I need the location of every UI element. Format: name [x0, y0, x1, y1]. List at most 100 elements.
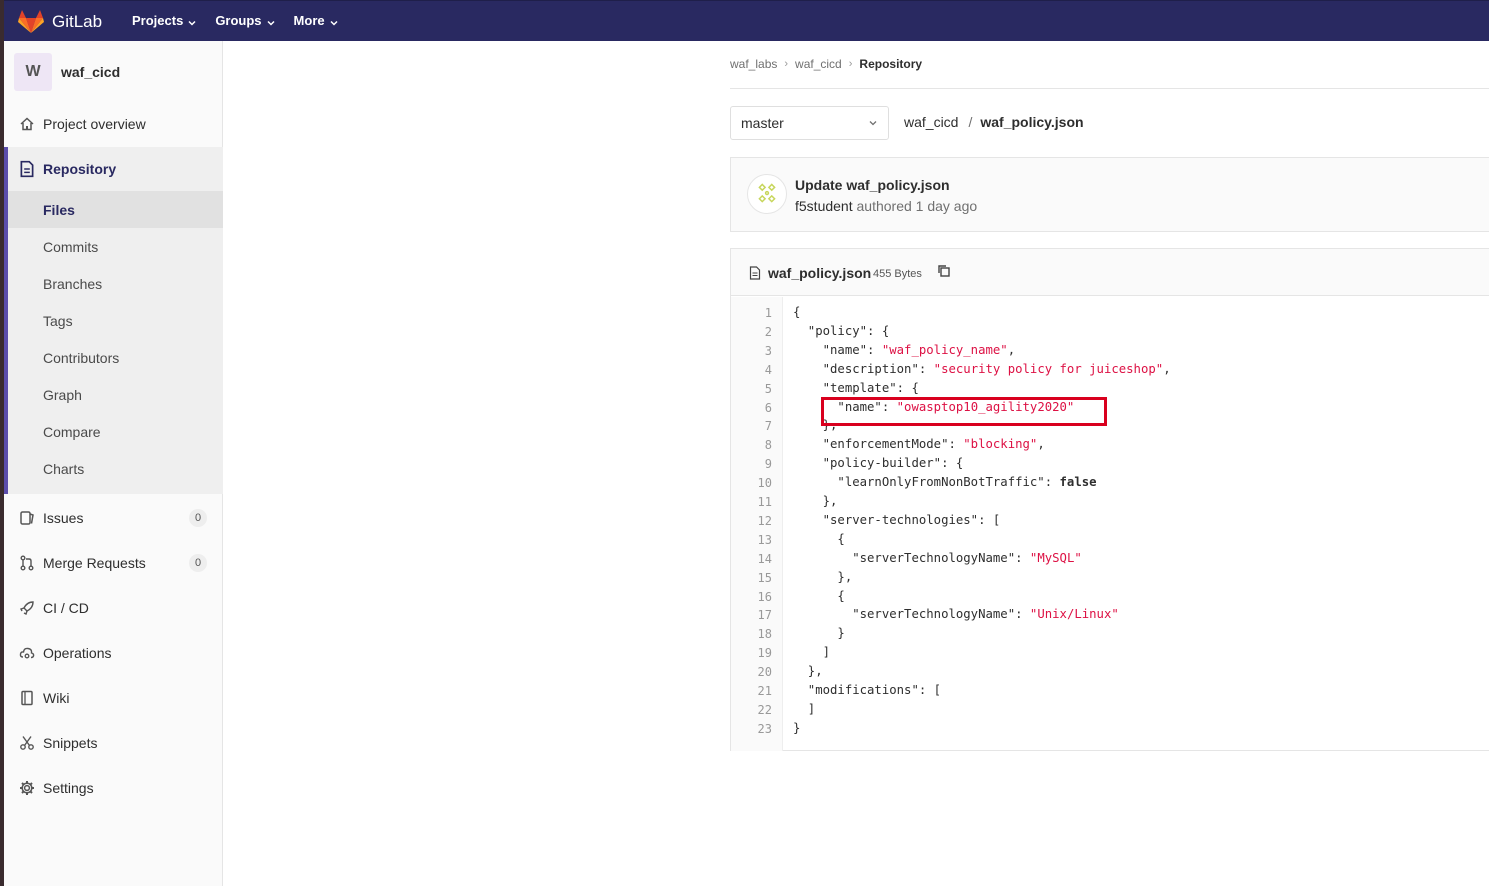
code-line: "serverTechnologyName": "MySQL"	[793, 550, 1082, 565]
sidebar-subitem-charts[interactable]: Charts	[8, 450, 223, 487]
sidebar-subitem-commits[interactable]: Commits	[8, 228, 223, 265]
breadcrumb-link-project[interactable]: waf_cicd	[795, 57, 842, 71]
rocket-icon	[18, 599, 36, 617]
sidebar-item-project-overview[interactable]: Project overview	[4, 105, 223, 142]
line-number[interactable]: 3	[765, 344, 772, 358]
sidebar-section-repository: Repository Files Commits Branches Tags C…	[4, 147, 223, 494]
code-line: "serverTechnologyName": "Unix/Linux"	[793, 607, 1119, 622]
file-icon	[749, 266, 761, 280]
scissors-icon	[18, 734, 36, 752]
sidebar-item-repository[interactable]: Repository	[8, 147, 223, 190]
divider	[730, 88, 1489, 89]
file-header: waf_policy.json 455 Bytes	[731, 249, 1489, 296]
line-number[interactable]: 20	[758, 665, 772, 679]
sidebar-item-settings[interactable]: Settings	[4, 769, 223, 806]
gitlab-home-link[interactable]: GitLab	[18, 9, 102, 35]
copy-icon[interactable]	[936, 263, 952, 279]
line-number[interactable]: 22	[758, 703, 772, 717]
sidebar-item-wiki[interactable]: Wiki	[4, 679, 223, 716]
chevron-down-icon	[266, 16, 276, 26]
line-number[interactable]: 1	[765, 306, 772, 320]
sidebar-item-merge-requests[interactable]: Merge Requests 0	[4, 544, 223, 581]
sidebar-subitem-tags[interactable]: Tags	[8, 302, 223, 339]
nav-groups-dropdown[interactable]: Groups	[215, 13, 275, 28]
path-separator: /	[968, 114, 973, 130]
path-repo-link[interactable]: waf_cicd	[904, 114, 958, 130]
line-number[interactable]: 5	[765, 382, 772, 396]
commit-title-link[interactable]: Update waf_policy.json	[795, 177, 950, 193]
author-avatar[interactable]	[747, 174, 787, 214]
code-line: },	[793, 494, 838, 508]
gear-icon	[18, 779, 36, 797]
sidebar-subitem-compare[interactable]: Compare	[8, 413, 223, 450]
line-number[interactable]: 11	[758, 495, 772, 509]
sidebar-subitem-contributors[interactable]: Contributors	[8, 339, 223, 376]
project-name: waf_cicd	[61, 64, 121, 80]
issues-icon	[18, 509, 36, 527]
sidebar-item-cicd[interactable]: CI / CD	[4, 589, 223, 626]
branch-name: master	[741, 115, 784, 131]
code-line: "description": "security policy for juic…	[793, 361, 1171, 376]
code-line: "template": {	[793, 380, 919, 395]
book-icon	[18, 689, 36, 707]
line-number[interactable]: 19	[758, 646, 772, 660]
code-line: {	[793, 588, 845, 603]
chevron-down-icon	[329, 16, 339, 26]
file-viewer: waf_policy.json 455 Bytes 1 2 3 4 5 6 7 8 9 10 11 1…	[730, 248, 1489, 751]
line-number[interactable]: 13	[758, 533, 772, 547]
branch-selector[interactable]: master	[730, 106, 889, 140]
code-line: "policy": {	[793, 323, 890, 338]
sidebar-subitem-graph[interactable]: Graph	[8, 376, 223, 413]
project-header[interactable]: W waf_cicd	[14, 53, 120, 91]
code-line: "enforcementMode": "blocking",	[793, 437, 1045, 452]
line-number[interactable]: 21	[758, 684, 772, 698]
identicon-icon	[758, 183, 776, 203]
line-number[interactable]: 8	[765, 438, 772, 452]
code-line: {	[793, 305, 801, 319]
line-number[interactable]: 16	[758, 590, 772, 604]
merge-requests-count-badge: 0	[189, 553, 207, 572]
home-icon	[18, 115, 36, 133]
sidebar-item-issues[interactable]: Issues 0	[4, 499, 223, 536]
commit-meta: f5student authored 1 day ago	[795, 198, 977, 214]
nav-projects-dropdown[interactable]: Projects	[132, 13, 197, 28]
code-line: },	[793, 569, 853, 584]
breadcrumb-link-group[interactable]: waf_labs	[730, 57, 777, 71]
breadcrumb: waf_labs › waf_cicd › Repository	[730, 57, 922, 71]
breadcrumb-current[interactable]: Repository	[859, 57, 922, 71]
code-line: "server-technologies": [	[793, 512, 1001, 527]
code-line: "name": "waf_policy_name",	[793, 342, 1016, 357]
sidebar-subitem-files[interactable]: Files	[8, 191, 223, 228]
last-commit-panel: Update waf_policy.json f5student authore…	[730, 157, 1489, 232]
line-number[interactable]: 6	[765, 401, 772, 415]
cloud-gear-icon	[18, 644, 36, 662]
line-number[interactable]: 17	[758, 608, 772, 622]
line-number[interactable]: 2	[765, 325, 772, 339]
code-line: "learnOnlyFromNonBotTraffic": false	[793, 475, 1097, 490]
brand-name: GitLab	[52, 12, 103, 31]
line-number[interactable]: 9	[765, 457, 772, 471]
line-number-gutter: 1 2 3 4 5 6 7 8 9 10 11 12 13 14 15 16 17 18 19 20 21 22 23	[731, 297, 783, 751]
sidebar-subitem-branches[interactable]: Branches	[8, 265, 223, 302]
line-number[interactable]: 18	[758, 627, 772, 641]
nav-more-dropdown[interactable]: More	[294, 13, 339, 28]
line-number[interactable]: 15	[758, 571, 772, 585]
line-number[interactable]: 12	[758, 514, 772, 528]
line-number[interactable]: 7	[765, 419, 772, 433]
line-number[interactable]: 4	[765, 363, 772, 377]
path-file-name[interactable]: waf_policy.json	[980, 114, 1083, 130]
annotation-highlight-box	[821, 397, 1107, 426]
file-path: waf_cicd / waf_policy.json	[904, 114, 1084, 130]
sidebar-item-operations[interactable]: Operations	[4, 634, 223, 671]
sidebar-item-snippets[interactable]: Snippets	[4, 724, 223, 761]
top-navbar: GitLab Projects Groups More	[4, 0, 1489, 41]
line-number[interactable]: 10	[758, 476, 772, 490]
line-number[interactable]: 14	[758, 552, 772, 566]
code-line: ]	[793, 701, 816, 716]
commit-author-link[interactable]: f5student	[795, 198, 853, 214]
code-line: {	[793, 531, 845, 546]
project-sidebar: W waf_cicd Project overview Repository F…	[4, 41, 223, 886]
line-number[interactable]: 23	[758, 722, 772, 736]
code-line: "policy-builder": {	[793, 456, 964, 471]
chevron-down-icon	[869, 121, 877, 126]
